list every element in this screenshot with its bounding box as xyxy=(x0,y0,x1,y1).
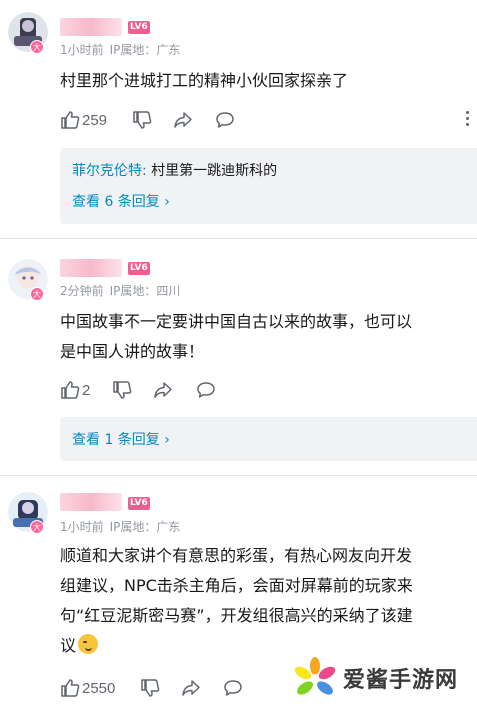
reply-button[interactable] xyxy=(223,677,243,699)
comment-2: 大 LV6 2分钟前 IP属地：四川 中国故事不一定要讲中国自古以来的故事，也可以… xyxy=(0,239,477,475)
comment-time: 1小时前 xyxy=(60,520,104,534)
share-icon xyxy=(154,382,172,398)
reply-preview[interactable]: 菲尔克伦特: 村里第一跳迪斯科的 xyxy=(72,160,277,180)
comment-icon xyxy=(216,112,234,128)
level-badge: LV6 xyxy=(128,262,150,275)
comment-icon xyxy=(197,382,215,398)
comment-text: 中国故事不一定要讲中国自古以来的故事，也可以 是中国人讲的故事！ xyxy=(60,312,413,361)
share-button[interactable] xyxy=(153,379,173,401)
smirk-emoji-icon xyxy=(78,634,99,654)
thumbs-down-icon xyxy=(141,679,160,697)
reply-text: 村里第一跳迪斯科的 xyxy=(146,163,278,179)
comment-meta: 1小时前 IP属地：广东 xyxy=(60,518,186,535)
dislike-button[interactable] xyxy=(112,379,132,401)
reply-author[interactable]: 菲尔克伦特 xyxy=(72,163,142,179)
comment-icon xyxy=(224,680,242,696)
share-button[interactable] xyxy=(173,109,193,131)
reply-box: 查看 1 条回复 › xyxy=(60,417,477,461)
reply-button[interactable] xyxy=(215,109,235,131)
thumbs-up-icon xyxy=(61,111,80,129)
avatar-badge: 大 xyxy=(30,40,44,54)
ip-location: IP属地：广东 xyxy=(109,43,181,57)
username[interactable] xyxy=(60,259,122,277)
comment-text: 顺道和大家讲个有意思的彩蛋，有热心网友向开发 组建议，NPC击杀主角后，会面对屏… xyxy=(60,546,413,655)
comment-meta: 2分钟前 IP属地：四川 xyxy=(60,282,186,299)
comment-time: 2分钟前 xyxy=(60,284,104,298)
level-badge: LV6 xyxy=(128,21,150,34)
comment-time: 1小时前 xyxy=(60,43,104,57)
avatar[interactable]: 大 xyxy=(8,12,48,54)
like-count: 259 xyxy=(82,111,108,129)
dislike-button[interactable] xyxy=(132,109,152,131)
username[interactable] xyxy=(60,18,122,36)
share-button[interactable] xyxy=(181,677,201,699)
reply-button[interactable] xyxy=(196,379,216,401)
share-icon xyxy=(182,680,200,696)
avatar[interactable]: 大 xyxy=(8,259,48,301)
comment-1: 大 LV6 1小时前 IP属地：广东 村里那个进城打工的精神小伙回家探亲了 259… xyxy=(0,0,477,238)
reply-box: 菲尔克伦特: 村里第一跳迪斯科的 查看 6 条回复 › xyxy=(60,148,477,224)
avatar-badge: 大 xyxy=(30,520,44,534)
username[interactable] xyxy=(60,493,122,511)
thumbs-up-icon xyxy=(61,381,80,399)
watermark-text: 爱酱手游网 xyxy=(343,668,459,693)
thumbs-up-icon xyxy=(61,679,80,697)
share-icon xyxy=(174,112,192,128)
avatar[interactable]: 大 xyxy=(8,492,48,534)
thumbs-down-icon xyxy=(133,111,152,129)
comment-meta: 1小时前 IP属地：广东 xyxy=(60,41,186,58)
level-badge: LV6 xyxy=(128,497,150,510)
avatar-badge: 大 xyxy=(30,287,44,301)
like-button[interactable]: 2550 xyxy=(60,677,115,699)
comment-text: 村里那个进城打工的精神小伙回家探亲了 xyxy=(60,71,349,90)
watermark-logo-icon xyxy=(294,657,336,695)
like-count: 2550 xyxy=(82,679,116,697)
watermark: 爱酱手游网 xyxy=(293,656,458,700)
ip-location: IP属地：四川 xyxy=(109,284,181,298)
view-replies-link[interactable]: 查看 6 条回复 › xyxy=(72,191,170,211)
comment-actions: 2 xyxy=(60,379,470,401)
more-vertical-icon[interactable] xyxy=(464,111,470,129)
comment-actions: 259 xyxy=(60,109,470,131)
ip-location: IP属地：广东 xyxy=(109,520,181,534)
view-replies-link[interactable]: 查看 1 条回复 › xyxy=(72,429,170,449)
dislike-button[interactable] xyxy=(140,677,160,699)
like-button[interactable]: 259 xyxy=(60,109,107,131)
like-button[interactable]: 2 xyxy=(60,379,90,401)
like-count: 2 xyxy=(82,381,91,399)
thumbs-down-icon xyxy=(113,381,132,399)
